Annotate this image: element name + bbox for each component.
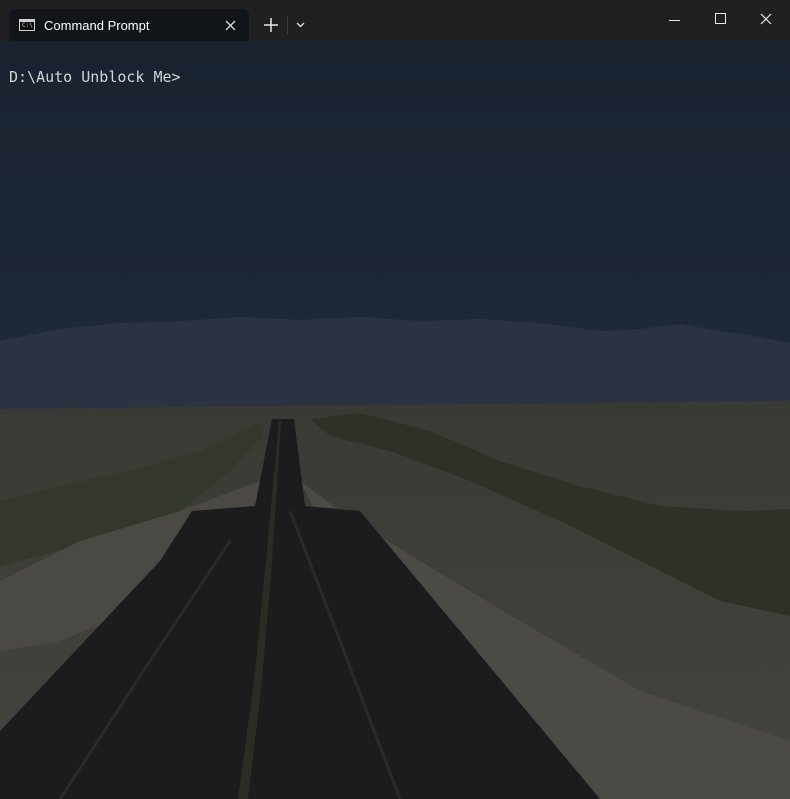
tab-command-prompt[interactable]: C:\ Command Prompt [9, 9, 249, 41]
minimize-icon [668, 19, 680, 21]
close-window-button[interactable] [743, 0, 789, 41]
tab-divider [287, 16, 288, 34]
close-icon [225, 20, 235, 30]
title-bar[interactable]: C:\ Command Prompt [0, 0, 790, 41]
maximize-icon [714, 13, 726, 24]
terminal-pane[interactable]: D:\Auto Unblock Me> [0, 41, 790, 799]
command-prompt-line[interactable]: D:\Auto Unblock Me> [9, 68, 181, 86]
terminal-window: C:\ Command Prompt D:\Auto Unblock Me> [0, 0, 790, 799]
tab-title: Command Prompt [44, 17, 150, 33]
minimize-button[interactable] [651, 0, 697, 41]
close-tab-button[interactable] [221, 16, 239, 34]
close-icon [760, 13, 772, 24]
new-tab-button[interactable] [259, 12, 283, 38]
tab-dropdown-button[interactable] [291, 14, 309, 36]
plus-icon [264, 18, 278, 32]
command-prompt-icon: C:\ [19, 19, 35, 31]
chevron-down-icon [296, 22, 304, 28]
maximize-button[interactable] [697, 0, 743, 41]
background-image [0, 41, 790, 799]
